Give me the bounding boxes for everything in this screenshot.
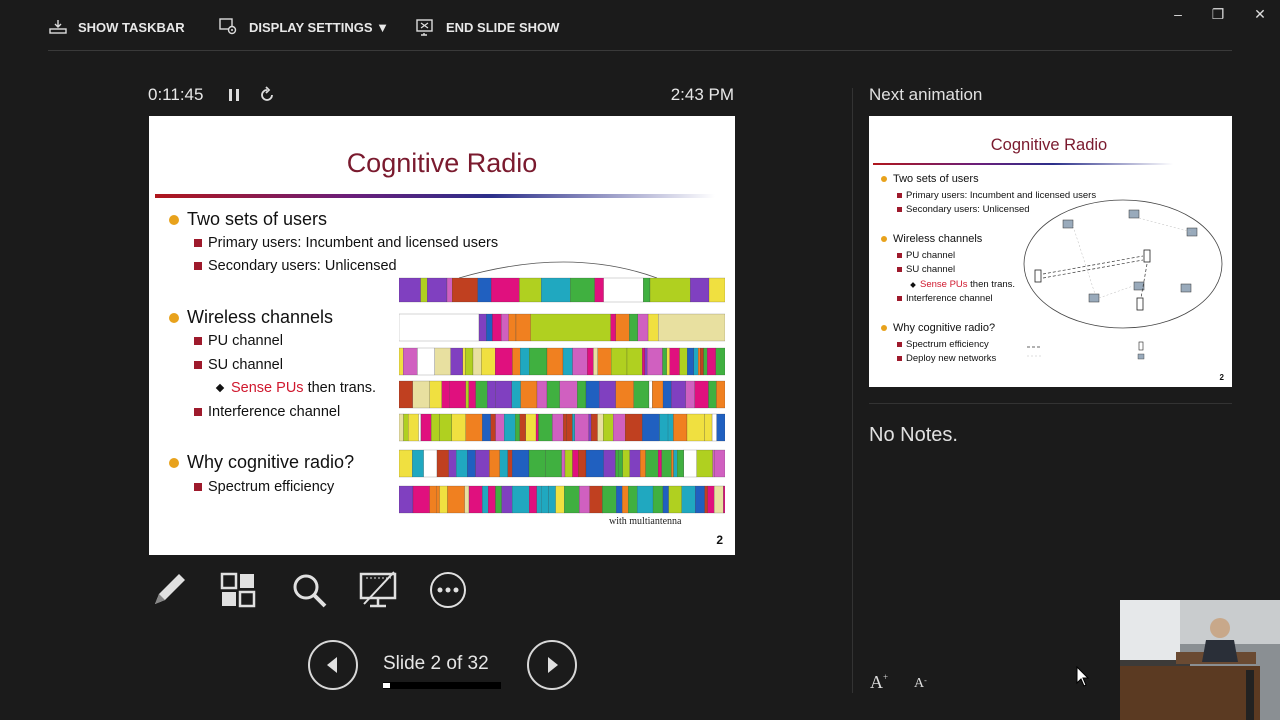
- display-settings-label: DISPLAY SETTINGS ▼: [249, 19, 390, 35]
- slide-title: Cognitive Radio: [346, 148, 538, 178]
- slide-progress-fill: [383, 683, 390, 688]
- cognitive-radio-network-diagram: [1023, 199, 1223, 360]
- bullet-level1: Why cognitive radio?: [169, 452, 354, 473]
- restart-timer-icon[interactable]: [258, 86, 276, 104]
- next-slide-icon: [548, 657, 558, 673]
- next-bullet-level2: Spectrum efficiency: [897, 339, 989, 350]
- speaker-notes: No Notes.: [869, 424, 958, 446]
- next-bullet-level2: Secondary users: Unlicensed: [897, 204, 1030, 215]
- restore-button[interactable]: ❐: [1206, 4, 1230, 24]
- toolbar-divider: [48, 50, 1232, 51]
- bullet-level2: Spectrum efficiency: [194, 479, 334, 495]
- bullet-level2: Interference channel: [194, 404, 340, 420]
- next-bullet-level1: Why cognitive radio?: [881, 322, 995, 334]
- more-options-icon[interactable]: [428, 570, 468, 610]
- minimize-button[interactable]: –: [1166, 4, 1190, 24]
- end-show-icon: [416, 19, 433, 36]
- slides-grid-icon[interactable]: [218, 570, 258, 610]
- elapsed-timer: 0:11:45: [148, 85, 204, 104]
- black-screen-icon[interactable]: [358, 570, 398, 610]
- bullet-level2: Primary users: Incumbent and licensed us…: [194, 235, 498, 251]
- slide-page-number: 2: [716, 533, 723, 547]
- pen-icon[interactable]: [149, 570, 189, 610]
- bullet-level1: Two sets of users: [169, 209, 327, 230]
- slide-caption: with multiantenna: [609, 516, 682, 527]
- title-rule: [155, 194, 715, 198]
- pause-timer-icon[interactable]: [226, 87, 242, 103]
- bullet-level3: Sense PUs then trans.: [215, 380, 376, 396]
- slide-progress-bar: [383, 682, 501, 689]
- decrease-font-button[interactable]: A-: [914, 676, 927, 692]
- clock-time: 2:43 PM: [670, 85, 734, 104]
- next-bullet-level2: PU channel: [897, 250, 955, 261]
- slide-counter[interactable]: Slide 2 of 32: [383, 653, 489, 675]
- next-slide-page-number: 2: [1219, 373, 1224, 382]
- display-settings-icon: [219, 18, 237, 35]
- notes-divider: [869, 403, 1232, 404]
- next-bullet-level1: Two sets of users: [881, 173, 979, 185]
- next-bullet-level1: Wireless channels: [881, 233, 982, 245]
- next-slide-preview[interactable]: Cognitive Radio Two sets of users Primar…: [869, 116, 1232, 387]
- zoom-icon[interactable]: [289, 570, 329, 610]
- bullet-level2: Secondary users: Unlicensed: [194, 258, 397, 274]
- mouse-cursor-icon: [1076, 666, 1090, 687]
- next-animation-label: Next animation: [869, 85, 983, 104]
- next-title-rule: [873, 163, 1173, 165]
- end-slide-show-button[interactable]: END SLIDE SHOW: [416, 18, 559, 36]
- current-slide[interactable]: Cognitive Radio Two sets of users Primar…: [149, 116, 735, 555]
- next-slide-button[interactable]: [527, 640, 577, 690]
- increase-font-button[interactable]: A+: [870, 672, 888, 693]
- next-bullet-level2: Deploy new networks: [897, 353, 996, 364]
- spectrum-allocation-image: [399, 261, 725, 514]
- bullet-level2: SU channel: [194, 357, 283, 373]
- previous-slide-button[interactable]: [308, 640, 358, 690]
- show-taskbar-button[interactable]: SHOW TASKBAR: [48, 18, 185, 36]
- next-bullet-level2: Interference channel: [897, 293, 993, 304]
- panel-divider: [852, 88, 853, 693]
- webcam-video: [1120, 600, 1280, 720]
- next-bullet-level3: Sense PUs then trans.: [910, 279, 1015, 290]
- display-settings-button[interactable]: DISPLAY SETTINGS ▼: [219, 18, 389, 36]
- bullet-level1: Wireless channels: [169, 307, 333, 328]
- end-slide-show-label: END SLIDE SHOW: [446, 19, 560, 35]
- show-taskbar-label: SHOW TASKBAR: [78, 19, 185, 35]
- previous-slide-icon: [327, 657, 337, 673]
- close-button[interactable]: ✕: [1248, 4, 1272, 24]
- presenter-toolbar: SHOW TASKBAR DISPLAY SETTINGS ▼ END SLID…: [0, 0, 1280, 52]
- next-slide-title: Cognitive Radio: [990, 136, 1108, 154]
- next-bullet-level2: SU channel: [897, 264, 955, 275]
- taskbar-icon: [49, 20, 67, 34]
- bullet-level2: PU channel: [194, 333, 283, 349]
